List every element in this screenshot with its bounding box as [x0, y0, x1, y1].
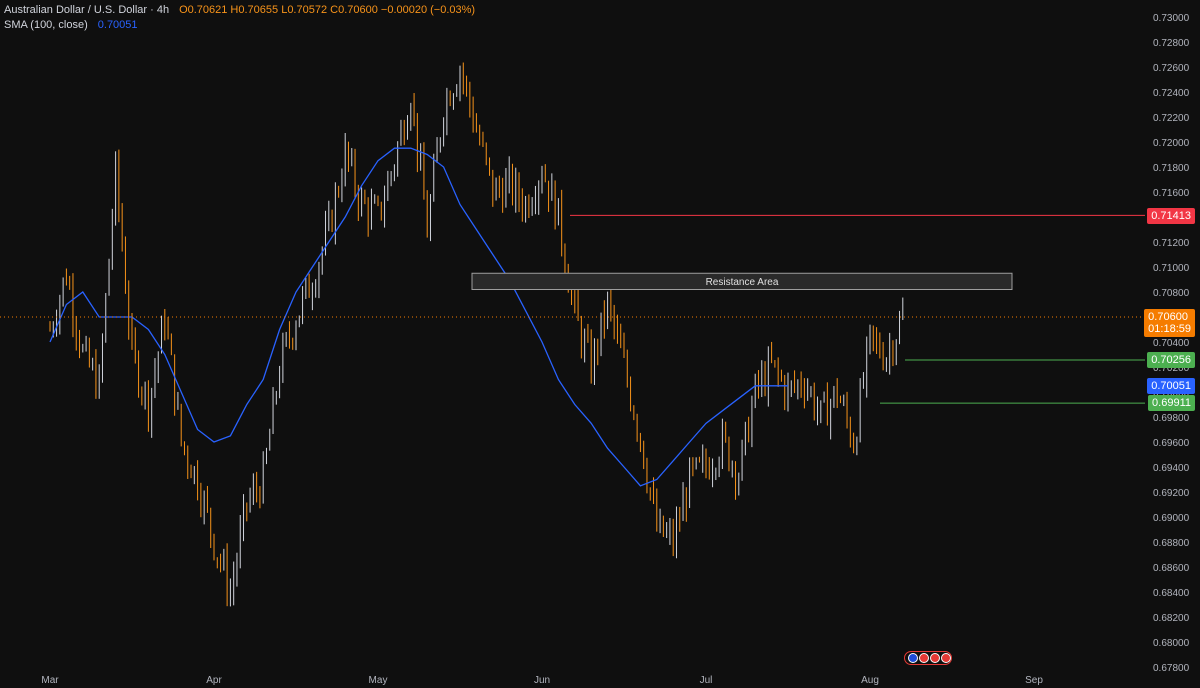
- us-flag-icon[interactable]: [930, 653, 940, 663]
- time-tick-label: Jul: [700, 675, 713, 686]
- us-flag-icon[interactable]: [941, 653, 951, 663]
- symbol-title[interactable]: Australian Dollar / U.S. Dollar · 4h: [4, 3, 169, 18]
- support-price-tag-1: 0.70256: [1147, 352, 1195, 368]
- price-tick-label: 0.71000: [1153, 263, 1190, 274]
- price-tick-label: 0.70800: [1153, 288, 1190, 299]
- sma-value: 0.70051: [97, 19, 138, 31]
- price-tick-label: 0.72200: [1153, 113, 1190, 124]
- bar-countdown: 01:18:59: [1148, 323, 1191, 335]
- price-tick-label: 0.72800: [1153, 38, 1190, 49]
- resistance-price-tag: 0.71413: [1147, 208, 1195, 224]
- candlesticks: [49, 62, 904, 607]
- price-tick-label: 0.72000: [1153, 138, 1190, 149]
- price-tick-label: 0.68000: [1153, 638, 1190, 649]
- price-tick-label: 0.71800: [1153, 163, 1190, 174]
- time-tick-label: Jun: [534, 675, 550, 686]
- current-price-value: 0.70600: [1148, 311, 1188, 323]
- price-tick-label: 0.71200: [1153, 238, 1190, 249]
- price-tick-label: 0.73000: [1153, 13, 1190, 24]
- price-tick-label: 0.69600: [1153, 438, 1190, 449]
- price-tick-label: 0.69200: [1153, 488, 1190, 499]
- support-price-tag-2: 0.69911: [1148, 395, 1195, 411]
- price-tick-label: 0.69800: [1153, 413, 1190, 424]
- price-tick-label: 0.67800: [1153, 663, 1190, 674]
- price-tick-label: 0.71600: [1153, 188, 1190, 199]
- price-tick-label: 0.69000: [1153, 513, 1190, 524]
- current-price-tag: 0.70600 01:18:59: [1144, 309, 1195, 337]
- price-tick-label: 0.68600: [1153, 563, 1190, 574]
- au-flag-icon[interactable]: [908, 653, 918, 663]
- price-tick-label: 0.68200: [1153, 613, 1190, 624]
- ohlc-values: O0.70621 H0.70655 L0.70572 C0.70600 −0.0…: [179, 4, 476, 16]
- price-tick-label: 0.68800: [1153, 538, 1190, 549]
- time-tick-label: Mar: [41, 675, 59, 686]
- time-tick-label: May: [369, 675, 388, 686]
- time-tick-label: Aug: [861, 675, 879, 686]
- us-flag-icon[interactable]: [919, 653, 929, 663]
- economic-events-icon[interactable]: [904, 651, 952, 665]
- price-tick-label: 0.69400: [1153, 463, 1190, 474]
- time-tick-label: Sep: [1025, 675, 1043, 686]
- price-tick-label: 0.68400: [1153, 588, 1190, 599]
- sma-label[interactable]: SMA (100, close): [4, 18, 88, 33]
- price-axis: 0.73000 0.72800 0.72600 0.72400 0.72200 0.720…: [1153, 13, 1190, 674]
- resistance-area-label: Resistance Area: [706, 277, 779, 288]
- price-tick-label: 0.72400: [1153, 88, 1190, 99]
- price-tick-label: 0.70400: [1153, 338, 1190, 349]
- sma-price-tag: 0.70051: [1147, 378, 1195, 394]
- time-axis: Mar Apr May Jun Jul Aug Sep: [41, 675, 1043, 686]
- price-tick-label: 0.72600: [1153, 63, 1190, 74]
- chart-legend: Australian Dollar / U.S. Dollar · 4h O0.…: [4, 3, 475, 33]
- time-tick-label: Apr: [206, 675, 222, 686]
- price-chart[interactable]: Resistance Area 0.730000.728000.726000.7…: [0, 0, 1200, 688]
